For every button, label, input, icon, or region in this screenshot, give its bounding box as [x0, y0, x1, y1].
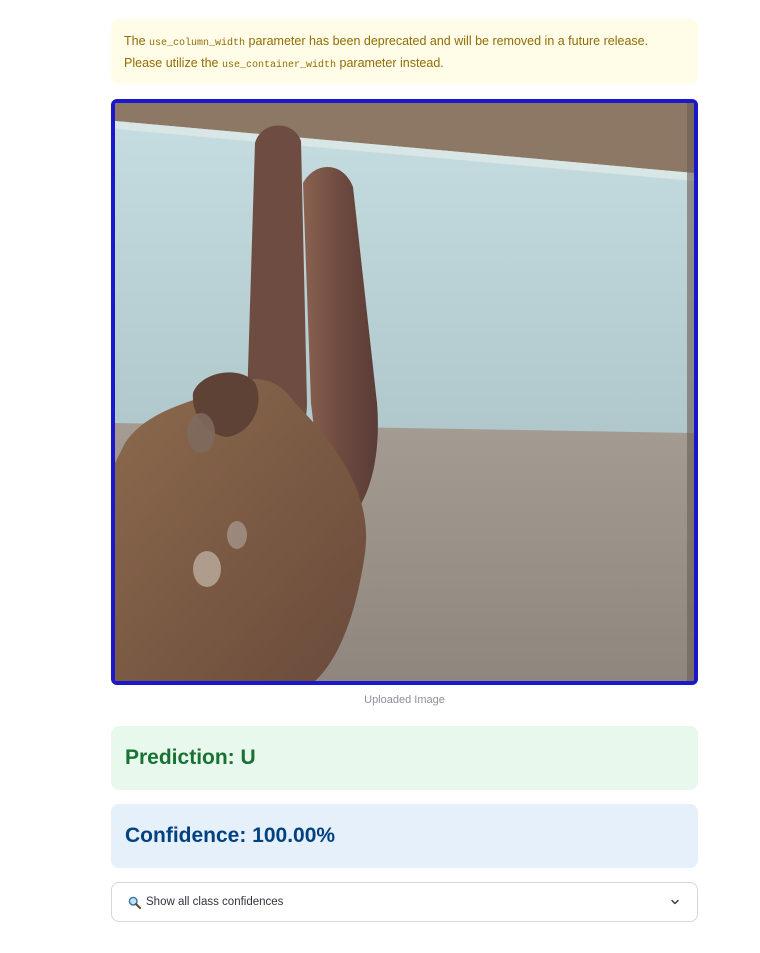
confidence-alert: Confidence: 100.00% [111, 804, 698, 868]
class-confidences-expander[interactable]: Show all class confidences [111, 882, 698, 922]
chevron-down-icon [671, 899, 679, 905]
hand-sign-photo [115, 103, 694, 681]
deprecation-warning: The use_column_width parameter has been … [111, 19, 698, 84]
warning-param-new: use_container_width [222, 59, 337, 71]
warning-prefix: The [124, 34, 146, 48]
warning-param-old: use_column_width [149, 38, 246, 49]
confidence-text: Confidence: 100.00% [125, 824, 336, 847]
image-caption: Uploaded Image [364, 694, 445, 706]
magnifying-glass-icon [128, 896, 141, 909]
warning-suffix: parameter instead. [339, 55, 444, 70]
expander-label: Show all class confidences [146, 896, 284, 908]
prediction-alert: Prediction: U [111, 726, 698, 790]
uploaded-image [111, 99, 698, 685]
prediction-text: Prediction: U [125, 746, 256, 769]
